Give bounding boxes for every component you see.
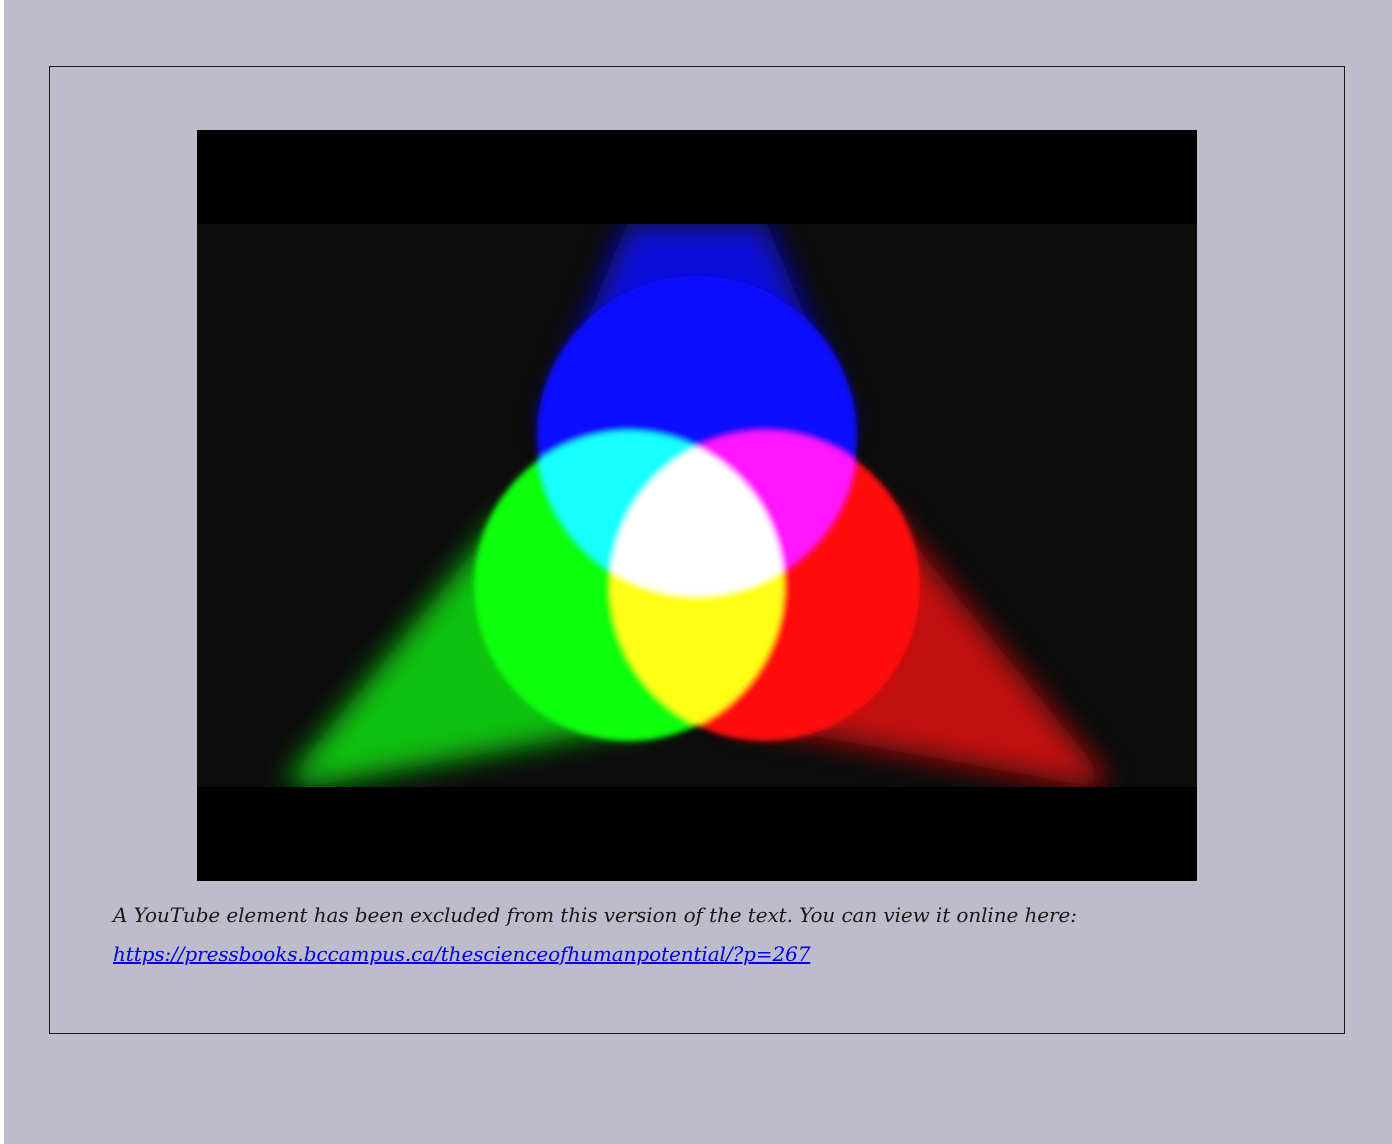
red-light-circle xyxy=(610,431,920,741)
letterbox-bottom xyxy=(197,787,1197,881)
video-link[interactable]: https://pressbooks.bccampus.ca/thescienc… xyxy=(113,942,810,966)
video-thumbnail xyxy=(197,130,1197,881)
letterbox-top xyxy=(197,130,1197,224)
additive-color-light-image xyxy=(197,130,1197,881)
caption-text: A YouTube element has been excluded from… xyxy=(113,903,1077,927)
page-background: A YouTube element has been excluded from… xyxy=(4,0,1392,1144)
embed-caption: A YouTube element has been excluded from… xyxy=(113,896,1313,974)
